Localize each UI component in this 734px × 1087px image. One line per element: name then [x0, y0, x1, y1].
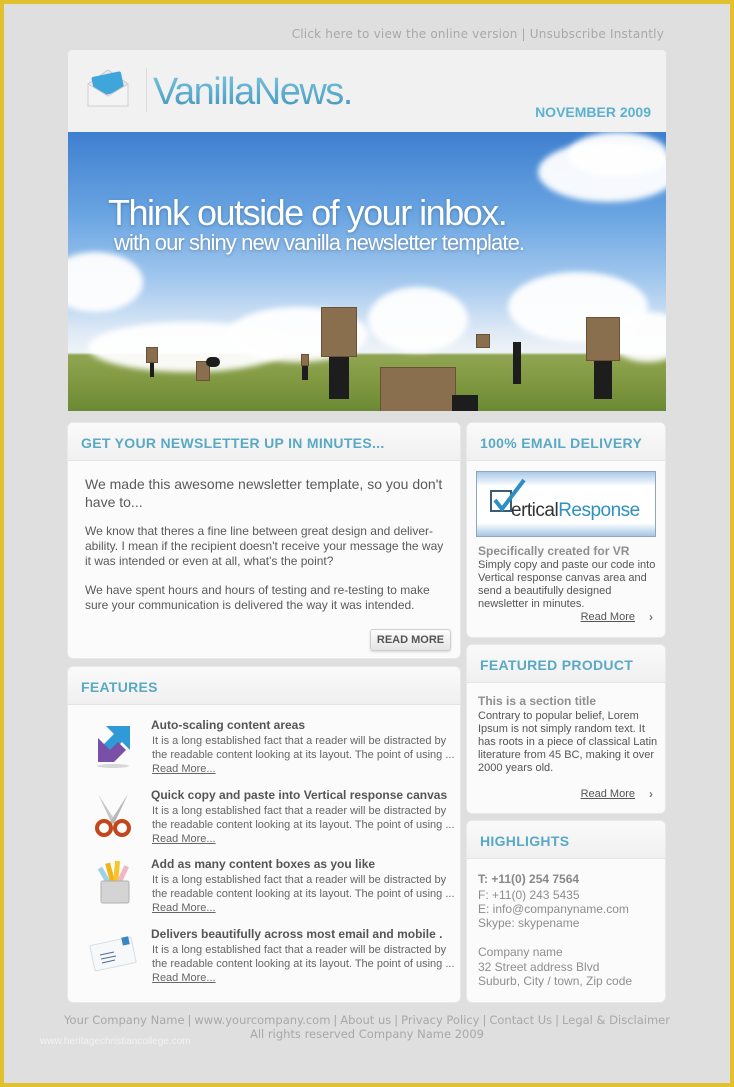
footer-link-company[interactable]: Your Company Name [64, 1013, 185, 1027]
fax-number: F: +11(0) 243 5435 [478, 888, 580, 902]
featured-product-subtitle: This is a section title [478, 694, 597, 708]
city-address: Suburb, City / town, Zip code [478, 974, 633, 988]
intro-lead: We made this awesome newsletter template… [85, 476, 443, 510]
footer-link-legal[interactable]: Legal & Disclaimer [562, 1013, 670, 1027]
newsletter-header: VanillaNews. NOVEMBER 2009 [68, 50, 666, 132]
footer-links: Your Company Name | www.yourcompany.com | Ab… [0, 1013, 734, 1027]
wordmark-part: ertical [511, 500, 559, 521]
skype-name: Skype: skypename [478, 916, 580, 930]
intro-heading: GET YOUR NEWSLETTER UP IN MINUTES... [68, 423, 460, 461]
separator: | [521, 27, 526, 41]
separator: | [482, 1013, 487, 1027]
feature-read-more-link[interactable]: Read More... [152, 972, 216, 984]
email-delivery-panel: 100% EMAIL DELIVERY erticalResponse Spec… [467, 423, 665, 637]
feature-item: Quick copy and paste into Vertical respo… [68, 788, 460, 856]
intro-panel: GET YOUR NEWSLETTER UP IN MINUTES... We … [68, 423, 460, 658]
intro-paragraph: We have spent hours and hours of testing… [85, 583, 430, 612]
feature-item: Delivers beautifully across most email a… [68, 927, 460, 995]
separator: | [394, 1013, 399, 1027]
footer-link-website[interactable]: www.yourcompany.com [194, 1013, 330, 1027]
hero-subtitle: with our shiny new vanilla newsletter te… [114, 230, 525, 255]
footer-link-contact[interactable]: Contact Us [489, 1013, 552, 1027]
postcard-icon [89, 936, 137, 972]
cloud [568, 132, 666, 177]
feature-title: Add as many content boxes as you like [151, 857, 376, 871]
feature-read-more-link[interactable]: Read More... [152, 833, 216, 845]
feature-item: Add as many content boxes as you like It… [68, 857, 460, 925]
email-delivery-heading: 100% EMAIL DELIVERY [467, 423, 665, 461]
watermark: www.heritagechristiancollege.com [40, 1036, 191, 1047]
feature-read-more-link[interactable]: Read More... [152, 763, 216, 775]
logo-divider [146, 68, 147, 112]
feature-title: Delivers beautifully across most email a… [151, 927, 443, 941]
intro-paragraph: We know that theres a fine line between … [85, 524, 444, 568]
online-version-link[interactable]: Click here to view the online version [292, 27, 518, 41]
highlights-panel: HIGHLIGHTS T: +11(0) 254 7564 F: +11(0) … [467, 821, 665, 1002]
featured-product-panel: FEATURED PRODUCT This is a section title… [467, 645, 665, 813]
wordmark-part: Response [558, 500, 640, 521]
feature-description: It is a long established fact that a rea… [152, 944, 455, 970]
separator: | [555, 1013, 560, 1027]
email-address[interactable]: E: info@companyname.com [478, 902, 629, 916]
chevron-right-icon[interactable]: › [649, 787, 653, 801]
pencil-cup-icon [97, 860, 130, 904]
envelope-icon [87, 69, 129, 107]
feature-description: It is a long established fact that a rea… [152, 874, 455, 900]
cloud [68, 252, 143, 312]
email-delivery-body: Simply copy and paste our code into Vert… [478, 559, 656, 610]
feature-title: Auto-scaling content areas [151, 718, 306, 732]
highlights-heading: HIGHLIGHTS [467, 821, 665, 859]
feature-description: It is a long established fact that a rea… [152, 735, 455, 761]
features-heading: FEATURES [68, 667, 460, 705]
scissors-icon [95, 794, 131, 837]
logo-wordmark[interactable]: VanillaNews. [153, 71, 353, 114]
featured-product-body: Contrary to popular belief, Lorem Ipsum … [478, 710, 658, 774]
top-links: Click here to view the online version | Un… [292, 27, 664, 41]
cloud [368, 287, 468, 352]
vertical-response-wordmark: erticalResponse [511, 500, 640, 522]
footer-link-privacy[interactable]: Privacy Policy [401, 1013, 479, 1027]
vertical-response-logo[interactable]: erticalResponse [476, 471, 656, 537]
street-address: 32 Street address Blvd [478, 960, 600, 974]
featured-product-heading: FEATURED PRODUCT [467, 645, 665, 683]
company-name: Company name [478, 945, 563, 959]
hero-title: Think outside of your inbox. [108, 192, 508, 233]
read-more-link[interactable]: Read More [581, 788, 635, 800]
hero-banner: Think outside of your inbox. with our sh… [68, 132, 666, 411]
footer-link-about[interactable]: About us [340, 1013, 391, 1027]
resize-arrows-icon [97, 726, 130, 768]
read-more-button[interactable]: READ MORE [370, 629, 451, 651]
separator: | [187, 1013, 192, 1027]
feature-item: Auto-scaling content areas It is a long … [68, 718, 460, 786]
feature-description: It is a long established fact that a rea… [152, 805, 455, 831]
unsubscribe-link[interactable]: Unsubscribe Instantly [530, 27, 664, 41]
features-panel: FEATURES Auto-scaling content areas It i… [68, 667, 460, 1002]
separator: | [333, 1013, 338, 1027]
chevron-right-icon[interactable]: › [649, 610, 653, 624]
phone-number: T: +11(0) 254 7564 [478, 872, 580, 886]
read-more-link[interactable]: Read More [581, 611, 635, 623]
email-delivery-subtitle: Specifically created for VR [478, 544, 630, 558]
feature-title: Quick copy and paste into Vertical respo… [151, 788, 448, 802]
issue-date: NOVEMBER 2009 [535, 104, 651, 120]
feature-read-more-link[interactable]: Read More... [152, 902, 216, 914]
